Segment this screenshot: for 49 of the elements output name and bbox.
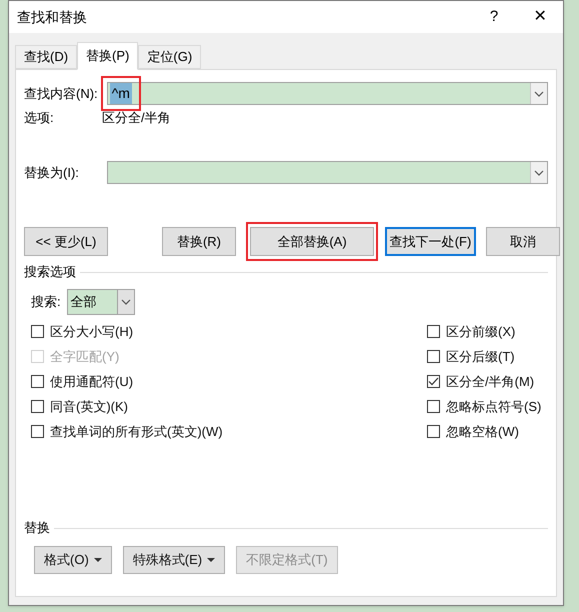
- checkbox-label: 使用通配符(U): [50, 372, 134, 391]
- search-label: 搜索:: [31, 293, 61, 312]
- dialog-button[interactable]: << 更少(L): [24, 227, 108, 256]
- dropdown-triangle-icon: [207, 558, 216, 562]
- checkbox[interactable]: [31, 375, 44, 388]
- section-title: 搜索选项: [24, 263, 76, 282]
- format-button[interactable]: 格式(O): [34, 546, 112, 574]
- checkbox-label: 全字匹配(Y): [50, 348, 120, 366]
- field-label: 查找内容(N):: [24, 84, 99, 103]
- section-title: 替换: [24, 519, 50, 538]
- dialog-button[interactable]: 替换(R): [162, 227, 236, 256]
- tab[interactable]: 查找(D): [15, 45, 78, 69]
- dialog-button[interactable]: 全部替换(A): [250, 227, 374, 256]
- field-label: 替换为(I):: [24, 164, 80, 182]
- dropdown-button[interactable]: [530, 162, 547, 183]
- checkbox-label: 区分后缀(T): [446, 348, 515, 366]
- highlight-frame: [101, 76, 141, 111]
- checkbox[interactable]: [427, 400, 440, 413]
- close-button[interactable]: ✕: [517, 5, 563, 29]
- checkbox-label: 同音(英文)(K): [50, 398, 128, 416]
- dropdown-triangle-icon: [94, 558, 102, 562]
- checkbox-label: 忽略标点符号(S): [446, 398, 542, 416]
- format-button[interactable]: 特殊格式(E): [122, 546, 226, 574]
- dialog-button[interactable]: 查找下一处(F): [385, 227, 476, 256]
- checkbox-label: 区分前缀(X): [446, 322, 516, 341]
- options-label: 选项:: [24, 109, 55, 128]
- checkbox[interactable]: [31, 425, 44, 438]
- combo-value: ^m: [110, 83, 132, 104]
- check-icon: [428, 377, 439, 386]
- checkbox[interactable]: [427, 425, 440, 438]
- checkbox[interactable]: [427, 350, 440, 363]
- combo-field[interactable]: [106, 161, 548, 184]
- tab[interactable]: 替换(P): [77, 42, 138, 70]
- checkbox-label: 区分全/半角(M): [446, 372, 534, 391]
- help-button[interactable]: ?: [471, 6, 517, 28]
- checkbox-label: 忽略空格(W): [446, 422, 519, 441]
- tab[interactable]: 定位(G): [138, 45, 202, 69]
- checkbox-label: 查找单词的所有形式(英文)(W): [50, 422, 223, 441]
- dialog-button[interactable]: 取消: [486, 227, 560, 256]
- checkbox-label: 区分大小写(H): [50, 322, 134, 341]
- dropdown-button[interactable]: [530, 83, 547, 104]
- checkbox[interactable]: [427, 325, 440, 338]
- options-value: 区分全/半角: [102, 109, 171, 128]
- window-title: 查找和替换: [17, 8, 88, 26]
- checkbox[interactable]: [31, 400, 44, 413]
- checkbox[interactable]: [31, 325, 44, 338]
- search-dropdown[interactable]: 全部: [66, 289, 135, 315]
- combo-field[interactable]: ^m: [106, 82, 548, 105]
- checkbox[interactable]: [427, 375, 440, 388]
